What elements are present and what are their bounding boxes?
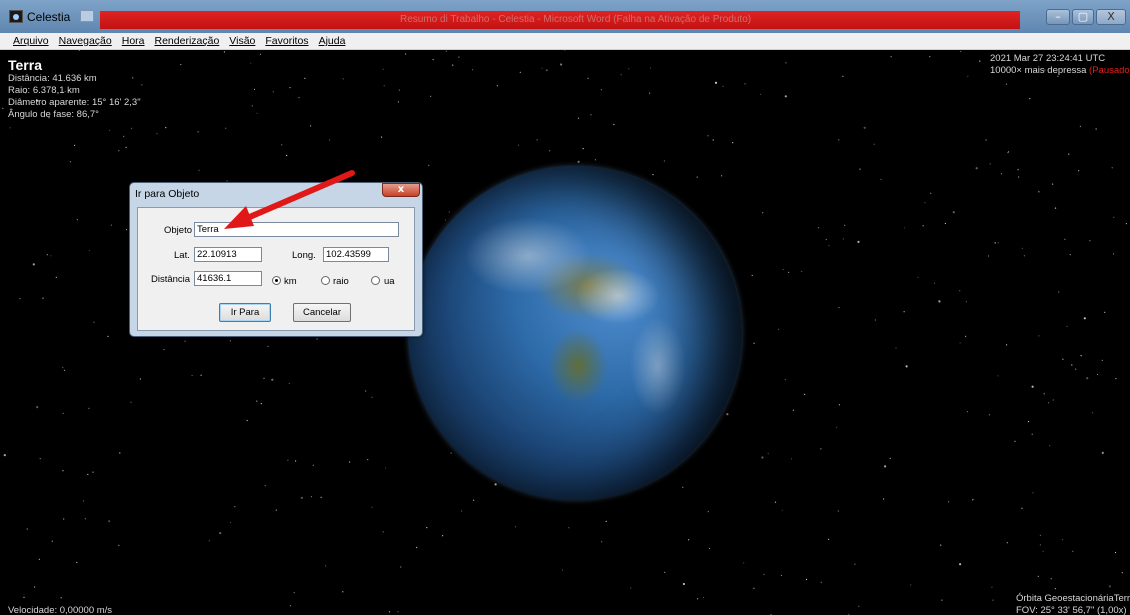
annotation-arrow <box>224 170 355 229</box>
